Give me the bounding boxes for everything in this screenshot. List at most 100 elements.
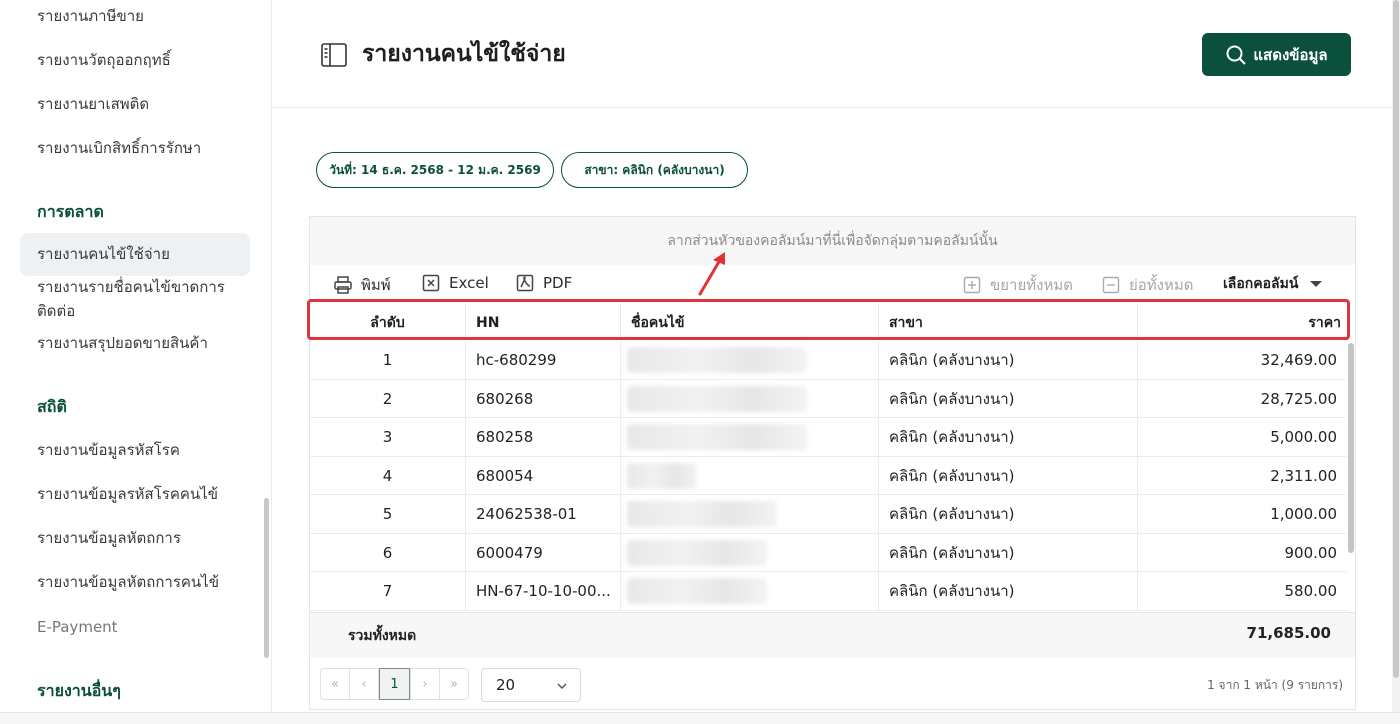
sidebar-item-psychotropic[interactable]: รายงานวัตถุออกฤทธิ์ xyxy=(37,49,171,71)
cell-no: 3 xyxy=(310,418,466,456)
cell-hn: 24062538-01 xyxy=(466,495,621,533)
date-filter-chip[interactable]: วันที่: 14 ธ.ค. 2568 - 12 ม.ค. 2569 xyxy=(316,152,554,188)
column-header-hn[interactable]: HN xyxy=(466,305,621,340)
page-scrollbar[interactable] xyxy=(1392,0,1400,712)
excel-label: Excel xyxy=(449,274,489,292)
show-data-label: แสดงข้อมูล xyxy=(1253,46,1328,64)
cell-hn: HN-67-10-10-00... xyxy=(466,572,621,610)
cell-no: 5 xyxy=(310,495,466,533)
cell-price: 2,311.00 xyxy=(1270,466,1337,485)
cell-patient-name-redacted xyxy=(621,341,879,379)
cell-branch: คลินิก (คลังบางนา) xyxy=(879,572,1138,610)
cell-branch: คลินิก (คลังบางนา) xyxy=(879,341,1138,379)
table-row[interactable]: 6 6000479 คลินิก (คลังบางนา) 900.00 xyxy=(310,533,1347,572)
cell-no: 1 xyxy=(310,341,466,379)
summary-total: 71,685.00 xyxy=(1246,624,1331,642)
column-header-price[interactable]: ราคา xyxy=(1138,305,1347,340)
cell-price: 580.00 xyxy=(1284,582,1338,600)
cell-no: 4 xyxy=(310,456,466,495)
redacted-name xyxy=(627,347,807,373)
search-icon xyxy=(1225,44,1247,66)
sidebar-item-procedures[interactable]: รายงานข้อมูลหัตถการ xyxy=(37,527,181,549)
cell-price: 28,725.00 xyxy=(1260,389,1337,408)
grid-toolbar: พิมพ์ Excel PDF ขยายทั้งหมด ย่อทั้งหมด เ… xyxy=(310,265,1355,301)
sidebar-group-other: รายงานอื่นๆ xyxy=(37,681,121,700)
branch-filter-chip[interactable]: สาขา: คลินิก (คลังบางนา) xyxy=(561,152,748,188)
cell-price: 5,000.00 xyxy=(1270,428,1337,446)
sidebar-item-lost-contact[interactable]: รายงานรายชื่อคนไข้ขาดการติดต่อ xyxy=(37,275,237,323)
cell-patient-name-redacted xyxy=(621,418,879,456)
next-page-button[interactable]: › xyxy=(410,668,440,700)
cell-price: 32,469.00 xyxy=(1260,351,1337,369)
bottom-strip xyxy=(0,712,1400,724)
table-row[interactable]: 3 680258 คลินิก (คลังบางนา) 5,000.00 xyxy=(310,418,1347,457)
expand-all-button[interactable]: ขยายทั้งหมด xyxy=(962,273,1073,297)
sidebar-scrollbar[interactable] xyxy=(264,498,269,658)
sidebar-item-narcotics[interactable]: รายงานยาเสพติด xyxy=(37,93,149,115)
sidebar-item-disease-codes[interactable]: รายงานข้อมูลรหัสโรค xyxy=(37,439,180,461)
cell-no: 7 xyxy=(310,572,466,610)
redacted-name xyxy=(627,539,767,566)
redacted-name xyxy=(627,385,807,412)
print-label: พิมพ์ xyxy=(361,276,391,294)
sidebar-item-e-payment[interactable]: E-Payment xyxy=(37,616,118,638)
sidebar-item-patient-spending[interactable]: รายงานคนไข้ใช้จ่าย xyxy=(37,243,170,265)
current-page-button[interactable]: 1 xyxy=(379,668,410,700)
cell-hn: 680258 xyxy=(466,418,621,456)
cell-patient-name-redacted xyxy=(621,456,879,495)
sidebar-item-patient-procedures[interactable]: รายงานข้อมูลหัตถการคนไข้ xyxy=(37,571,219,593)
prev-page-button[interactable]: ‹ xyxy=(349,668,379,700)
excel-button[interactable]: Excel xyxy=(421,273,489,293)
sidebar-item-sales-summary[interactable]: รายงานสรุปยอดขายสินค้า xyxy=(37,332,208,354)
book-icon xyxy=(320,42,348,68)
pdf-icon xyxy=(515,273,535,293)
last-page-button[interactable]: » xyxy=(439,668,469,700)
sidebar-item-treatment-claims[interactable]: รายงานเบิกสิทธิ์การรักษา xyxy=(37,137,201,159)
cell-hn: hc-680299 xyxy=(466,341,621,379)
column-header-patient-name[interactable]: ชื่อคนไข้ xyxy=(621,305,879,340)
summary-label: รวมทั้งหมด xyxy=(348,628,417,644)
cell-no: 6 xyxy=(310,533,466,572)
page-scrollbar-thumb[interactable] xyxy=(1393,0,1399,678)
table-scrollbar[interactable] xyxy=(1347,341,1355,611)
printer-icon xyxy=(333,275,353,295)
show-data-button[interactable]: แสดงข้อมูล xyxy=(1202,33,1351,76)
sidebar-group-stats: สถิติ xyxy=(37,397,67,416)
column-header-no[interactable]: ลำดับ xyxy=(310,305,466,340)
table-row[interactable]: 4 680054 คลินิก (คลังบางนา) 2,311.00 xyxy=(310,456,1347,495)
table-scrollbar-thumb[interactable] xyxy=(1348,343,1354,553)
cell-hn: 6000479 xyxy=(466,533,621,572)
cell-patient-name-redacted xyxy=(621,495,879,533)
redacted-name xyxy=(627,501,777,527)
group-panel[interactable]: ลากส่วนหัวของคอลัมน์มาที่นี่เพื่อจัดกลุ่… xyxy=(310,217,1355,265)
sidebar-item-patient-disease-codes[interactable]: รายงานข้อมูลรหัสโรคคนไข้ xyxy=(37,483,218,505)
redacted-name xyxy=(627,578,767,604)
choose-columns-button[interactable]: เลือกคอลัมน์ xyxy=(1223,273,1326,295)
page-size-value: 20 xyxy=(496,676,516,694)
cell-price: 900.00 xyxy=(1284,543,1338,562)
first-page-button[interactable]: « xyxy=(320,668,350,700)
table-row[interactable]: 2 680268 คลินิก (คลังบางนา) 28,725.00 xyxy=(310,379,1347,418)
table-row[interactable]: 1 hc-680299 คลินิก (คลังบางนา) 32,469.00 xyxy=(310,341,1347,380)
column-header-branch[interactable]: สาขา xyxy=(879,305,1138,340)
caret-down-icon xyxy=(1306,274,1326,294)
sidebar-item-sales-tax[interactable]: รายงานภาษีขาย xyxy=(37,5,144,27)
print-button[interactable]: พิมพ์ xyxy=(333,273,391,297)
cell-branch: คลินิก (คลังบางนา) xyxy=(879,533,1138,572)
pdf-button[interactable]: PDF xyxy=(515,273,572,293)
cell-patient-name-redacted xyxy=(621,572,879,610)
summary-row: รวมทั้งหมด 71,685.00 xyxy=(310,612,1355,658)
cell-hn: 680268 xyxy=(466,379,621,418)
cell-branch: คลินิก (คลังบางนา) xyxy=(879,379,1138,418)
cell-no: 2 xyxy=(310,379,466,418)
expand-all-label: ขยายทั้งหมด xyxy=(990,276,1073,294)
choose-columns-label: เลือกคอลัมน์ xyxy=(1223,276,1299,292)
cell-branch: คลินิก (คลังบางนา) xyxy=(879,418,1138,456)
table-row[interactable]: 5 24062538-01 คลินิก (คลังบางนา) 1,000.0… xyxy=(310,495,1347,534)
page-title: รายงานคนไข้ใช้จ่าย xyxy=(362,41,566,67)
table-row[interactable]: 7 HN-67-10-10-00... คลินิก (คลังบางนา) 5… xyxy=(310,572,1347,611)
page-size-select[interactable]: 20 xyxy=(481,668,581,702)
collapse-all-button[interactable]: ย่อทั้งหมด xyxy=(1101,273,1194,297)
pager: « ‹ 1 › » 20 1 จาก 1 หน้า (9 รายการ) xyxy=(310,658,1355,710)
table-body: 1 hc-680299 คลินิก (คลังบางนา) 32,469.00… xyxy=(310,341,1347,611)
